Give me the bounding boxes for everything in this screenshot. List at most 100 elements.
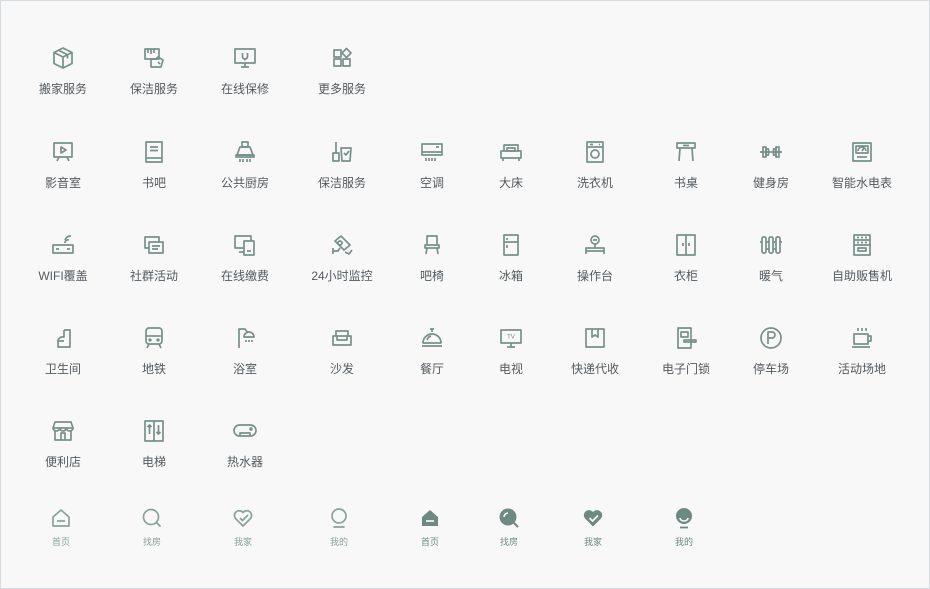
air-conditioner-icon	[421, 143, 443, 161]
service-more[interactable]: 更多服务	[292, 45, 392, 97]
facility-label: 社群活动	[129, 269, 178, 283]
wifi-router-icon	[52, 235, 74, 254]
fridge-icon	[503, 234, 519, 256]
facility-label: 洗衣机	[576, 176, 613, 190]
facility-kitchen[interactable]: 公共厨房	[195, 139, 295, 191]
home-filled-icon	[422, 510, 438, 526]
search-filled-icon	[499, 508, 519, 528]
wardrobe-icon	[676, 234, 696, 256]
coffee-cup-icon	[852, 328, 872, 348]
facility-label: 健身房	[752, 176, 789, 190]
facility-cctv[interactable]: 24小时监控	[292, 232, 392, 284]
service-cleaning[interactable]: 保洁服务	[104, 45, 204, 97]
facility-vending-machine[interactable]: 自助贩售机	[812, 232, 912, 284]
tab-label: 我家	[583, 537, 602, 547]
facility-cleaning[interactable]: 保洁服务	[292, 139, 392, 191]
facility-label: 保洁服务	[317, 176, 366, 190]
facility-label: 停车场	[752, 362, 789, 376]
facility-gym[interactable]: 健身房	[721, 139, 821, 191]
facility-washing-machine[interactable]: 洗衣机	[545, 139, 645, 191]
store-icon	[52, 421, 74, 441]
facility-parcel[interactable]: 快递代收	[545, 325, 645, 377]
tab-profile[interactable]: 我的	[289, 507, 389, 548]
service-repair[interactable]: 在线保修	[195, 45, 295, 97]
tab-label: 我的	[329, 537, 348, 547]
camera-icon	[332, 235, 353, 255]
shower-icon	[238, 328, 255, 348]
facility-wifi[interactable]: WIFI覆盖	[13, 232, 113, 284]
facility-online-payment[interactable]: 在线缴费	[195, 232, 295, 284]
sofa-icon	[332, 330, 352, 346]
tab-find-house[interactable]: 找房	[102, 507, 202, 548]
radiator-icon	[760, 236, 782, 254]
facility-label: 书吧	[141, 176, 166, 190]
facility-elevator[interactable]: 电梯	[104, 418, 204, 470]
tab-my-home[interactable]: 我家	[193, 507, 293, 548]
facility-label: 浴室	[232, 362, 257, 376]
home-icon	[52, 509, 70, 527]
door-lock-icon	[677, 327, 697, 349]
bed-icon	[500, 144, 522, 161]
more-grid-icon	[333, 47, 352, 67]
facility-label: 便利店	[44, 455, 81, 469]
facility-subway[interactable]: 地铁	[104, 325, 204, 377]
parking-icon	[760, 327, 782, 349]
parcel-icon	[585, 328, 605, 348]
service-package[interactable]: 搬家服务	[13, 45, 113, 97]
media-room-icon	[53, 142, 73, 162]
facility-label: 活动场地	[837, 362, 886, 376]
repair-monitor-icon	[234, 48, 256, 68]
facility-label: 在线缴费	[220, 269, 269, 283]
subway-icon	[145, 327, 163, 349]
tab-label: 我的	[674, 537, 693, 547]
cleaning-hand-icon	[144, 48, 164, 68]
tab-my-home-active[interactable]: 我家	[543, 507, 643, 548]
service-label: 更多服务	[317, 82, 366, 96]
facility-label: 沙发	[329, 362, 354, 376]
facility-store[interactable]: 便利店	[13, 418, 113, 470]
facility-smart-meter[interactable]: 智能水电表	[812, 139, 912, 191]
facility-label: 公共厨房	[220, 176, 269, 190]
facility-heating[interactable]: 暖气	[721, 232, 821, 284]
facility-water-heater[interactable]: 热水器	[195, 418, 295, 470]
facility-bathroom[interactable]: 浴室	[195, 325, 295, 377]
facility-label: 快递代收	[570, 362, 619, 376]
range-hood-icon	[235, 141, 255, 162]
service-label: 在线保修	[220, 82, 269, 96]
washing-machine-icon	[586, 141, 604, 163]
book-icon	[145, 141, 163, 163]
user-filled-icon	[676, 508, 692, 529]
facility-parking[interactable]: 停车场	[721, 325, 821, 377]
tab-profile-active[interactable]: 我的	[634, 507, 734, 548]
facility-label: 影音室	[44, 176, 81, 190]
heart-check-icon	[233, 509, 253, 527]
elevator-icon	[144, 420, 164, 442]
desk-icon	[676, 142, 696, 162]
heart-check-filled-icon	[583, 510, 603, 527]
user-icon	[331, 508, 347, 528]
facility-label: 暖气	[758, 269, 783, 283]
facility-sofa[interactable]: 沙发	[292, 325, 392, 377]
facility-media-room[interactable]: 影音室	[13, 139, 113, 191]
tab-label: 找房	[142, 537, 161, 547]
facility-book-bar[interactable]: 书吧	[104, 139, 204, 191]
tab-label: 首页	[51, 537, 70, 547]
icon-sheet: 搬家服务 保洁服务 在线保修 更多服务 影音室 书吧 公共厨房 保洁服务 空调 …	[0, 0, 930, 589]
facility-event-space[interactable]: 活动场地	[812, 325, 912, 377]
workbench-icon	[585, 235, 605, 254]
smart-meter-icon	[852, 142, 872, 162]
broom-bucket-icon	[332, 142, 352, 162]
toilet-icon	[57, 329, 71, 348]
facility-toilet[interactable]: 卫生间	[13, 325, 113, 377]
tab-label: 我家	[233, 537, 252, 547]
facility-label: WIFI覆盖	[38, 269, 88, 283]
service-label: 保洁服务	[129, 82, 178, 96]
facility-workbench[interactable]: 操作台	[545, 232, 645, 284]
package-icon	[53, 47, 73, 69]
tab-home[interactable]: 首页	[11, 507, 111, 548]
cloche-icon	[422, 328, 442, 347]
facility-community[interactable]: 社群活动	[104, 232, 204, 284]
service-label: 搬家服务	[38, 82, 87, 96]
dumbbell-icon	[760, 146, 782, 158]
tv-icon: TV	[500, 329, 522, 348]
